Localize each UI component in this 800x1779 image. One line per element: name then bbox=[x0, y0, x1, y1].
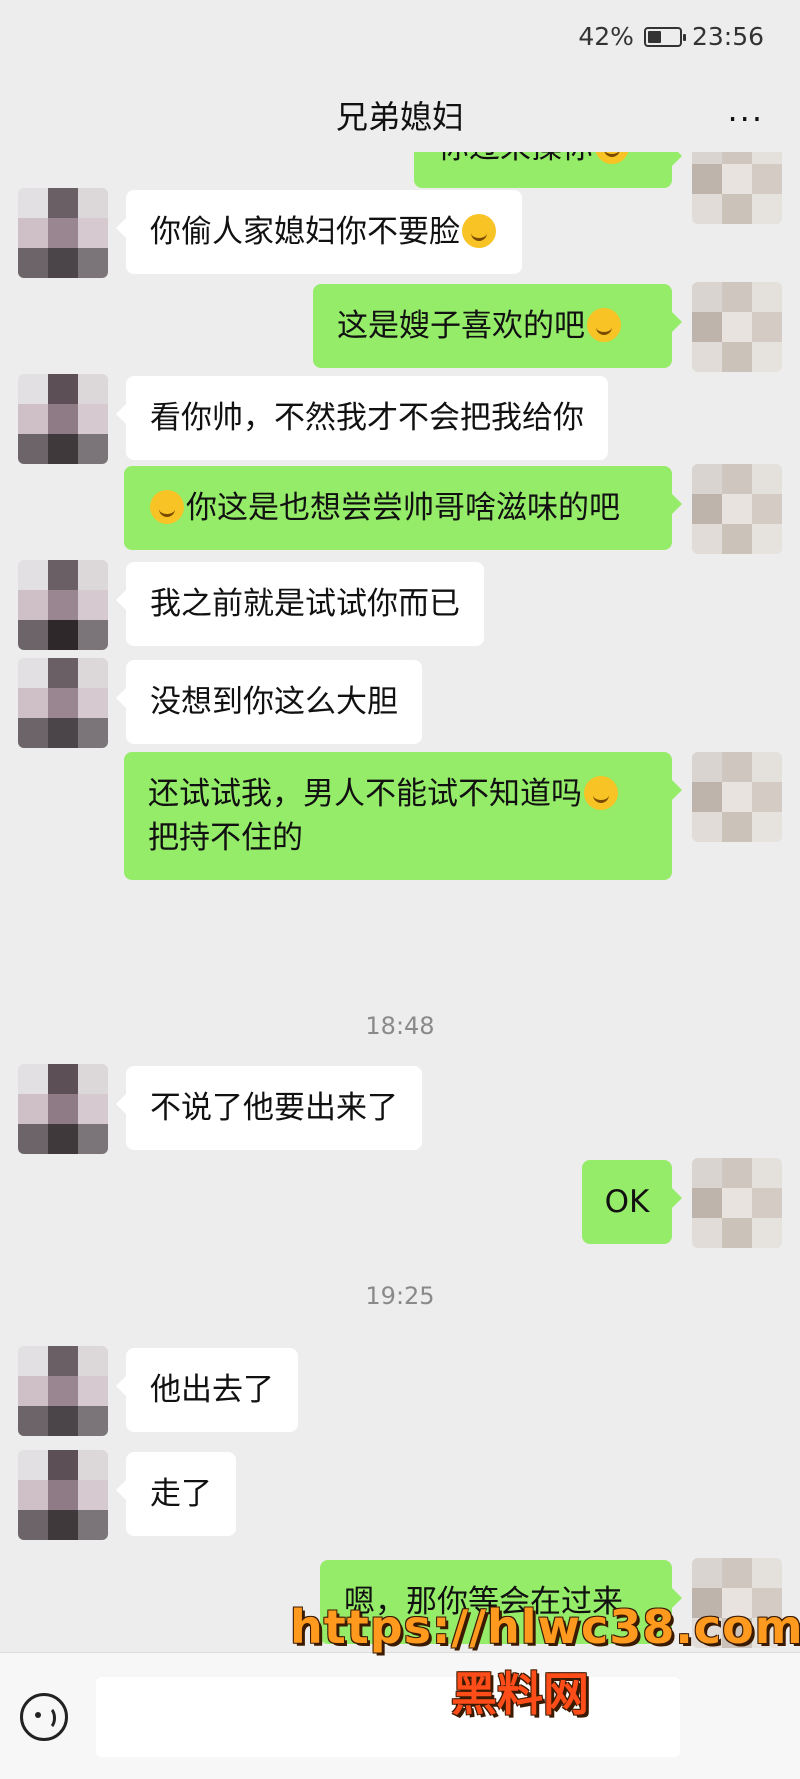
clock: 23:56 bbox=[691, 22, 764, 51]
incoming-bubble[interactable]: 我之前就是试试你而已 bbox=[116, 562, 484, 646]
outgoing-bubble[interactable]: 你这是也想尝尝帅哥啥滋味的吧 bbox=[124, 466, 682, 550]
outgoing-bubble[interactable]: 还试试我，男人不能试不知道吗 把持不住的 bbox=[124, 752, 682, 880]
outgoing-bubble[interactable]: 这是嫂子喜欢的吧 bbox=[313, 284, 682, 368]
incoming-bubble[interactable]: 不说了他要出来了 bbox=[116, 1066, 422, 1150]
outgoing-bubble[interactable]: 你过来操你 bbox=[414, 152, 682, 188]
status-bar: 42% 23:56 bbox=[0, 0, 800, 72]
contact-avatar[interactable] bbox=[18, 188, 108, 278]
incoming-bubble[interactable]: 走了 bbox=[116, 1452, 236, 1536]
chat-header: 兄弟媳妇 ··· bbox=[0, 72, 800, 152]
emoji-icon bbox=[584, 776, 618, 810]
contact-avatar[interactable] bbox=[18, 1064, 108, 1154]
incoming-bubble[interactable]: 你偷人家媳妇你不要脸 bbox=[116, 190, 522, 274]
watermark-url: https://hlwc38.com bbox=[290, 1600, 800, 1654]
emoji-icon bbox=[587, 308, 621, 342]
message-text: 他出去了 bbox=[150, 1372, 274, 1408]
incoming-bubble[interactable]: 看你帅，不然我才不会把我给你 bbox=[116, 376, 608, 460]
time-stamp: 19:25 bbox=[365, 1282, 435, 1310]
contact-avatar[interactable] bbox=[18, 374, 108, 464]
chat-title: 兄弟媳妇 bbox=[335, 98, 464, 136]
battery-icon bbox=[643, 26, 686, 47]
watermark-name: 黑料网 bbox=[451, 1667, 589, 1721]
message-text: 我之前就是试试你而已 bbox=[150, 586, 460, 622]
status-indicators: 42% 23:56 bbox=[578, 22, 764, 51]
self-avatar[interactable] bbox=[692, 464, 782, 554]
message-text: 没想到你这么大胆 bbox=[150, 684, 398, 720]
self-avatar[interactable] bbox=[692, 152, 782, 224]
contact-avatar[interactable] bbox=[18, 1450, 108, 1540]
emoji-icon bbox=[150, 490, 184, 524]
self-avatar[interactable] bbox=[692, 752, 782, 842]
message-text: 还试试我，男人不能试不知道吗 bbox=[148, 776, 582, 812]
battery-percent: 42% bbox=[578, 22, 634, 51]
message-list[interactable]: 你过来操你 你偷人家媳妇你不要脸 这是嫂子喜欢的吧 bbox=[0, 152, 800, 1652]
incoming-bubble[interactable]: 他出去了 bbox=[116, 1348, 298, 1432]
emoji-icon bbox=[595, 152, 629, 164]
message-text-line2: 把持不住的 bbox=[148, 820, 303, 856]
contact-avatar[interactable] bbox=[18, 560, 108, 650]
emoji-icon bbox=[462, 214, 496, 248]
self-avatar[interactable] bbox=[692, 282, 782, 372]
time-stamp: 18:48 bbox=[365, 1012, 435, 1040]
message-text: OK bbox=[604, 1184, 650, 1220]
watermark: https://hlwc38.com 黑料网 bbox=[290, 1600, 800, 1724]
message-text: 你过来操你 bbox=[438, 152, 593, 166]
message-text: 看你帅，不然我才不会把我给你 bbox=[150, 400, 584, 436]
outgoing-bubble[interactable]: OK bbox=[582, 1160, 682, 1244]
voice-input-icon[interactable] bbox=[20, 1693, 68, 1741]
message-text: 你这是也想尝尝帅哥啥滋味的吧 bbox=[186, 490, 620, 526]
message-text: 走了 bbox=[150, 1476, 212, 1512]
more-options-icon[interactable]: ··· bbox=[727, 100, 764, 138]
incoming-bubble[interactable]: 没想到你这么大胆 bbox=[116, 660, 422, 744]
self-avatar[interactable] bbox=[692, 1158, 782, 1248]
message-text: 这是嫂子喜欢的吧 bbox=[337, 308, 585, 344]
contact-avatar[interactable] bbox=[18, 1346, 108, 1436]
message-text: 你偷人家媳妇你不要脸 bbox=[150, 214, 460, 250]
message-text: 不说了他要出来了 bbox=[150, 1090, 398, 1126]
contact-avatar[interactable] bbox=[18, 658, 108, 748]
